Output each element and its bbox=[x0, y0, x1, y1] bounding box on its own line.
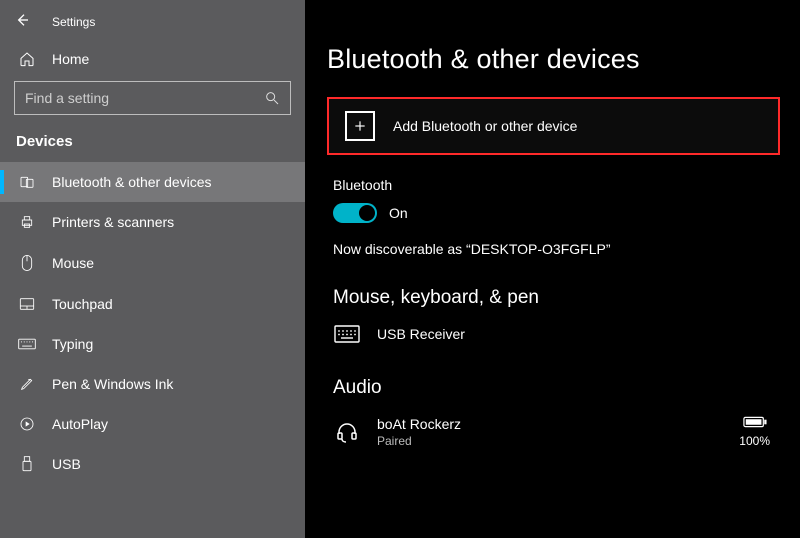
keyboard-device-icon bbox=[333, 325, 361, 343]
sidebar-item-mouse[interactable]: Mouse bbox=[0, 242, 305, 284]
bluetooth-devices-icon bbox=[18, 174, 36, 190]
window-title: Settings bbox=[52, 15, 95, 29]
home-icon bbox=[18, 51, 36, 67]
printer-icon bbox=[18, 214, 36, 230]
battery-indicator: 100% bbox=[739, 415, 780, 448]
touchpad-icon bbox=[18, 297, 36, 311]
sidebar-item-autoplay[interactable]: AutoPlay bbox=[0, 404, 305, 444]
discoverable-text: Now discoverable as “DESKTOP-O3FGFLP” bbox=[333, 241, 780, 257]
sidebar-item-label: Bluetooth & other devices bbox=[52, 174, 212, 190]
sidebar-item-usb[interactable]: USB bbox=[0, 444, 305, 484]
bluetooth-state-text: On bbox=[389, 205, 408, 221]
sidebar-item-touchpad[interactable]: Touchpad bbox=[0, 284, 305, 324]
battery-percentage: 100% bbox=[739, 434, 770, 448]
sidebar-item-bluetooth[interactable]: Bluetooth & other devices bbox=[0, 162, 305, 202]
headset-icon bbox=[333, 420, 361, 444]
search-icon bbox=[264, 90, 280, 109]
sidebar-item-label: Printers & scanners bbox=[52, 214, 174, 230]
bluetooth-toggle[interactable] bbox=[333, 203, 377, 223]
battery-icon bbox=[743, 415, 767, 431]
sidebar-item-label: Pen & Windows Ink bbox=[52, 376, 173, 392]
add-device-label: Add Bluetooth or other device bbox=[393, 118, 577, 134]
device-status: Paired bbox=[377, 434, 461, 448]
device-name: boAt Rockerz bbox=[377, 416, 461, 432]
plus-icon bbox=[345, 111, 375, 141]
search-box[interactable] bbox=[14, 81, 291, 115]
bluetooth-label: Bluetooth bbox=[333, 177, 780, 193]
main-content: Bluetooth & other devices Add Bluetooth … bbox=[305, 0, 800, 538]
sidebar-item-label: Typing bbox=[52, 336, 93, 352]
autoplay-icon bbox=[18, 416, 36, 432]
device-name: USB Receiver bbox=[377, 326, 465, 342]
device-row[interactable]: boAt Rockerz Paired 100% bbox=[333, 411, 780, 468]
sidebar-nav: Bluetooth & other devices Printers & sca… bbox=[0, 162, 305, 484]
sidebar-header: Settings bbox=[0, 10, 305, 41]
sidebar-section-title: Devices bbox=[0, 127, 305, 162]
sidebar-item-label: Mouse bbox=[52, 255, 94, 271]
section-heading-mkp: Mouse, keyboard, & pen bbox=[333, 287, 780, 309]
sidebar-home[interactable]: Home bbox=[0, 41, 305, 77]
section-heading-audio: Audio bbox=[333, 377, 780, 399]
sidebar-item-label: AutoPlay bbox=[52, 416, 108, 432]
home-label: Home bbox=[52, 51, 89, 67]
add-device-button[interactable]: Add Bluetooth or other device bbox=[327, 97, 780, 155]
sidebar-item-typing[interactable]: Typing bbox=[0, 324, 305, 364]
mouse-icon bbox=[18, 254, 36, 272]
search-input[interactable] bbox=[25, 90, 280, 106]
sidebar-item-printers[interactable]: Printers & scanners bbox=[0, 202, 305, 242]
device-row[interactable]: USB Receiver bbox=[333, 321, 780, 363]
back-icon[interactable] bbox=[14, 12, 30, 31]
keyboard-icon bbox=[18, 338, 36, 350]
page-title: Bluetooth & other devices bbox=[327, 44, 780, 75]
sidebar-item-pen[interactable]: Pen & Windows Ink bbox=[0, 364, 305, 404]
usb-icon bbox=[18, 456, 36, 472]
sidebar-item-label: Touchpad bbox=[52, 296, 113, 312]
sidebar-item-label: USB bbox=[52, 456, 81, 472]
sidebar: Settings Home Devices Bluetooth & other … bbox=[0, 0, 305, 538]
pen-icon bbox=[18, 376, 36, 392]
